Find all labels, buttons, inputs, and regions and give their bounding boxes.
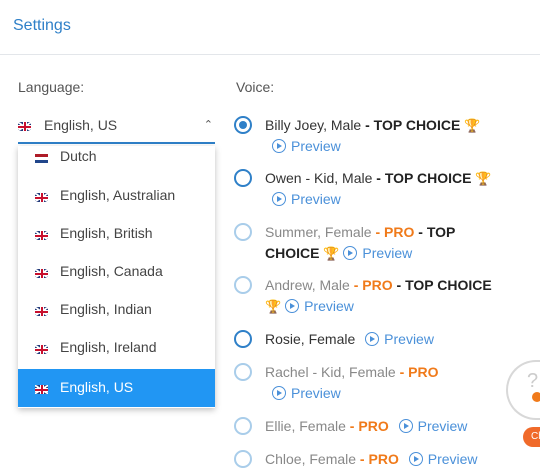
voice-radio[interactable] — [234, 330, 252, 348]
trophy-icon: 🏆 — [464, 118, 481, 133]
language-option-english-canada[interactable]: English, Canada — [18, 253, 215, 291]
language-option-english-us[interactable]: English, US — [18, 369, 215, 407]
settings-header: Settings — [0, 0, 540, 55]
voice-radio[interactable] — [234, 116, 252, 134]
voice-radio[interactable] — [234, 223, 252, 241]
language-option-english-indian[interactable]: English, Indian — [18, 291, 215, 329]
chevron-up-icon: ⌃ — [203, 119, 213, 131]
uk-flag-icon — [35, 307, 48, 316]
preview-button[interactable]: Preview — [343, 245, 412, 261]
help-question-icon: ? — [527, 370, 539, 392]
language-selected-value: English, US — [44, 117, 118, 133]
language-dropdown: Dutch English, Australian English, Briti… — [18, 146, 215, 408]
play-icon — [343, 246, 358, 260]
trophy-icon: 🏆 — [323, 246, 340, 261]
language-select[interactable]: English, US ⌃ — [18, 110, 215, 144]
language-option-english-australian[interactable]: English, Australian — [18, 177, 215, 215]
uk-flag-icon — [18, 122, 31, 131]
trophy-icon: 🏆 — [475, 171, 492, 186]
voice-radio[interactable] — [234, 417, 252, 435]
language-option-english-british[interactable]: English, British — [18, 215, 215, 253]
play-icon — [272, 386, 286, 400]
play-icon — [285, 299, 300, 313]
play-icon — [398, 419, 413, 433]
language-option-dutch[interactable]: Dutch — [18, 146, 215, 176]
preview-button[interactable]: Preview — [398, 418, 467, 434]
preview-button[interactable]: Preview — [285, 298, 354, 314]
preview-button[interactable]: Preview — [272, 385, 341, 401]
uk-flag-icon — [35, 231, 48, 240]
preview-button[interactable]: Preview — [272, 138, 341, 154]
voice-radio[interactable] — [234, 276, 252, 294]
voice-label: Voice: — [236, 79, 275, 95]
voice-radio[interactable] — [234, 450, 252, 468]
play-icon — [408, 452, 423, 466]
page-title: Settings — [13, 17, 71, 34]
preview-button[interactable]: Preview — [272, 191, 341, 207]
play-icon — [272, 139, 286, 153]
notification-dot-icon — [532, 392, 540, 402]
language-label: Language: — [18, 79, 85, 95]
nl-flag-icon — [35, 154, 48, 163]
trophy-icon: 🏆 — [265, 299, 282, 314]
uk-flag-icon — [35, 385, 48, 394]
preview-button[interactable]: Preview — [408, 451, 478, 467]
voice-radio[interactable] — [234, 363, 252, 381]
play-icon — [272, 192, 286, 206]
uk-flag-icon — [35, 193, 48, 202]
language-option-english-ireland[interactable]: English, Ireland — [18, 329, 215, 367]
uk-flag-icon — [35, 269, 48, 278]
help-chat-button[interactable]: Ch — [523, 427, 540, 447]
voice-radio[interactable] — [234, 169, 252, 187]
uk-flag-icon — [35, 345, 48, 354]
play-icon — [365, 332, 380, 346]
preview-button[interactable]: Preview — [365, 331, 434, 347]
